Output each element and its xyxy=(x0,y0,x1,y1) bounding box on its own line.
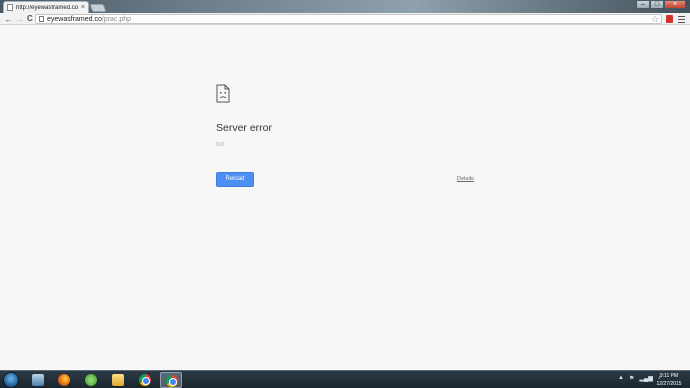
page-content: Server error 500 Reload Details xyxy=(0,26,690,370)
maximize-button[interactable]: □ xyxy=(650,0,664,9)
address-bar[interactable]: eyewasframed.co/prac.php xyxy=(35,14,662,24)
url-path: /prac.php xyxy=(101,15,132,23)
firefox-icon xyxy=(58,374,70,386)
window-controls: – □ × xyxy=(636,0,686,9)
reload-button[interactable]: Reload xyxy=(216,172,254,187)
browser-toolbar: ← → C eyewasframed.co/prac.php ☆ xyxy=(0,13,690,25)
error-code: 500 xyxy=(216,142,225,148)
taskbar-item-firefox[interactable] xyxy=(53,372,75,388)
chrome-menu-icon[interactable] xyxy=(678,16,685,25)
url-text: eyewasframed.co/prac.php xyxy=(47,16,131,23)
action-center-flag-icon[interactable]: ⚑ xyxy=(629,375,634,382)
new-tab-button[interactable] xyxy=(89,4,107,12)
taskbar-item-chrome-active[interactable] xyxy=(160,372,182,388)
reload-icon[interactable]: C xyxy=(27,13,33,25)
forward-arrow-icon[interactable]: → xyxy=(15,13,24,25)
chrome-icon xyxy=(139,374,151,386)
taskbar-clock[interactable]: 9:11 PM 12/27/2015 xyxy=(654,372,684,388)
network-signal-icon[interactable]: ▂▄▆ xyxy=(639,375,652,382)
tab-close-icon[interactable]: × xyxy=(81,4,85,11)
explorer-icon xyxy=(32,374,44,386)
taskbar-item-explorer[interactable] xyxy=(27,372,49,388)
browser-titlebar: http://eyewasframed.co/p × – □ × xyxy=(0,0,690,13)
url-domain: eyewasframed.co xyxy=(47,15,102,23)
chrome-icon xyxy=(166,375,178,387)
page-info-icon[interactable] xyxy=(39,16,44,22)
utorrent-icon xyxy=(85,374,97,386)
clock-date: 12/27/2015 xyxy=(656,381,682,387)
taskbar-item-utorrent[interactable] xyxy=(80,372,102,388)
minimize-button[interactable]: – xyxy=(636,0,650,9)
clock-time: 9:11 PM xyxy=(659,373,679,379)
sad-document-icon xyxy=(216,84,230,103)
bookmark-star-icon[interactable]: ☆ xyxy=(651,13,659,25)
taskbar-item-folder[interactable] xyxy=(107,372,129,388)
browser-tab[interactable]: http://eyewasframed.co/p × xyxy=(3,1,89,13)
page-favicon-icon xyxy=(7,4,13,11)
tab-title: http://eyewasframed.co/p xyxy=(16,4,78,11)
details-link[interactable]: Details xyxy=(457,176,474,182)
close-window-button[interactable]: × xyxy=(664,0,686,9)
taskbar: ▲ ⚑ ▂▄▆ ♪ 9:11 PM 12/27/2015 xyxy=(0,370,690,388)
folder-icon xyxy=(112,374,124,386)
back-arrow-icon[interactable]: ← xyxy=(4,13,13,25)
extension-icon[interactable] xyxy=(666,15,673,23)
show-hidden-icons-icon[interactable]: ▲ xyxy=(618,375,624,382)
start-button[interactable] xyxy=(3,372,19,388)
error-title: Server error xyxy=(216,122,273,134)
taskbar-item-chrome[interactable] xyxy=(134,372,156,388)
